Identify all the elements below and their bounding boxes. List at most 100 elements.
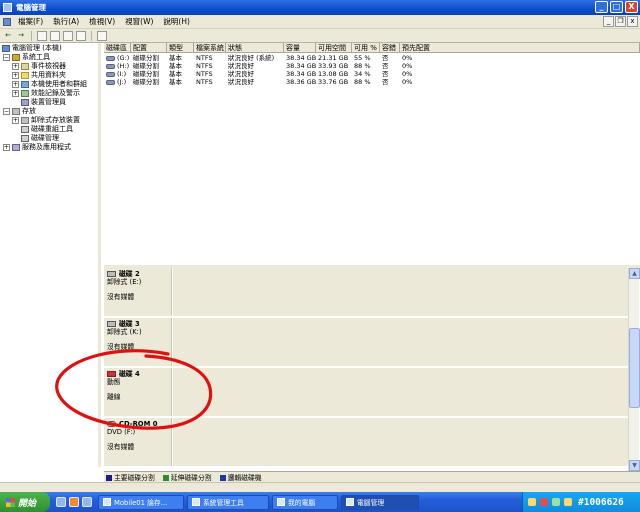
maximize-button[interactable]: □ — [610, 1, 623, 13]
volume-cell[interactable]: 基本 — [169, 62, 182, 70]
volume-cell[interactable]: 狀況良好 — [228, 78, 254, 86]
disk-space-area[interactable] — [173, 268, 630, 316]
forward-button[interactable]: → — [16, 31, 26, 41]
tray-icon[interactable] — [564, 498, 572, 506]
tree-item-perf-logs[interactable]: + 效能記錄及警示 — [0, 89, 98, 98]
volume-cell[interactable]: 38.34 GB — [286, 54, 316, 62]
volume-cell[interactable]: 38.36 GB — [286, 78, 316, 86]
expand-icon[interactable]: + — [12, 63, 19, 70]
volume-cell[interactable]: 0% — [402, 78, 412, 86]
expand-icon[interactable]: + — [12, 117, 19, 124]
volume-cell-name[interactable]: (H:) — [106, 62, 129, 70]
volume-cell[interactable]: 基本 — [169, 54, 182, 62]
up-folder-icon[interactable] — [37, 30, 47, 41]
volume-cell[interactable]: NTFS — [196, 78, 213, 86]
volume-cell[interactable]: 55 % — [354, 54, 371, 62]
tree-item-services[interactable]: + 服務及應用程式 — [0, 143, 98, 152]
volume-cell[interactable]: 狀況良好 — [228, 62, 254, 70]
volume-cell[interactable]: 否 — [382, 70, 389, 78]
tray-icon[interactable] — [540, 498, 548, 506]
volume-cell[interactable]: NTFS — [196, 70, 213, 78]
volume-cell[interactable]: 磁碟分割 — [133, 54, 159, 62]
scroll-up-icon[interactable]: ▲ — [629, 268, 640, 279]
media-icon[interactable] — [82, 497, 92, 507]
doc-restore-button[interactable]: ❐ — [615, 16, 626, 27]
expand-icon[interactable]: + — [3, 144, 10, 151]
volume-cell-name[interactable]: (I:) — [106, 70, 126, 78]
column-header-filesystem[interactable]: 檔案系統 — [194, 43, 226, 53]
volume-cell-name[interactable]: (G:) — [106, 54, 129, 62]
column-header-fault-tolerance[interactable]: 容錯 — [380, 43, 400, 53]
volume-cell[interactable]: 狀況良好 — [228, 70, 254, 78]
doc-minimize-button[interactable]: _ — [603, 16, 614, 27]
volume-cell[interactable]: 38.34 GB — [286, 62, 316, 70]
volume-cell[interactable]: 基本 — [169, 70, 182, 78]
properties-icon[interactable] — [63, 30, 73, 41]
volume-cell[interactable]: 21.31 GB — [318, 54, 348, 62]
volume-cell[interactable]: 38.34 GB — [286, 70, 316, 78]
volume-cell[interactable]: 磁碟分割 — [133, 78, 159, 86]
collapse-icon[interactable]: − — [3, 54, 10, 61]
disk-info[interactable]: 磁碟 4 動態 離線 — [104, 368, 172, 416]
tray-icon[interactable] — [552, 498, 560, 506]
tree-item-local-users[interactable]: + 本機使用者和群組 — [0, 80, 98, 89]
volume-cell[interactable]: 磁碟分割 — [133, 62, 159, 70]
volume-cell[interactable]: 否 — [382, 62, 389, 70]
browser-icon[interactable] — [56, 497, 66, 507]
volume-cell-name[interactable]: (J:) — [106, 78, 126, 86]
taskbar-item-my-computer[interactable]: 我的電腦 — [272, 494, 338, 510]
expand-icon[interactable]: + — [12, 90, 19, 97]
disk-space-area[interactable] — [173, 368, 630, 416]
menu-file[interactable]: 檔案(F) — [13, 16, 48, 27]
tree-item-system-tools[interactable]: − 系統工具 — [0, 53, 98, 62]
back-button[interactable]: ← — [3, 31, 13, 41]
scroll-down-icon[interactable]: ▼ — [629, 460, 640, 471]
firefox-icon[interactable] — [69, 497, 79, 507]
volume-cell[interactable]: 基本 — [169, 78, 182, 86]
column-header-status[interactable]: 狀態 — [226, 43, 284, 53]
column-header-type[interactable]: 類型 — [167, 43, 194, 53]
taskbar-item-admin-tools[interactable]: 系統管理工具 — [187, 494, 269, 510]
volume-cell[interactable]: 否 — [382, 78, 389, 86]
volume-cell[interactable]: 磁碟分割 — [133, 70, 159, 78]
minimize-button[interactable]: _ — [595, 1, 608, 13]
tree-item-defrag[interactable]: 磁碟重組工具 — [0, 125, 98, 134]
column-header-volume[interactable]: 磁碟區 — [104, 43, 131, 53]
volume-cell[interactable]: 0% — [402, 62, 412, 70]
volume-cell[interactable]: NTFS — [196, 62, 213, 70]
volume-cell[interactable]: NTFS — [196, 54, 213, 62]
volume-cell[interactable]: 33.76 GB — [318, 78, 348, 86]
disk-info[interactable]: 磁碟 3 卸除式 (K:) 沒有媒體 — [104, 318, 172, 366]
disk-space-area[interactable] — [173, 418, 630, 466]
volume-cell[interactable]: 否 — [382, 54, 389, 62]
export-list-icon[interactable] — [97, 30, 107, 41]
tree-item-device-manager[interactable]: 裝置管理員 — [0, 98, 98, 107]
tree-item-root[interactable]: 電腦管理 (本機) — [0, 44, 98, 53]
column-header-free-percent[interactable]: 可用 % — [352, 43, 380, 53]
vertical-scrollbar[interactable]: ▲ ▼ — [628, 268, 640, 471]
column-header-layout[interactable]: 配置 — [131, 43, 167, 53]
volume-cell[interactable]: 88 % — [354, 62, 371, 70]
disk-info[interactable]: CD-ROM 0 DVD (F:) 沒有媒體 — [104, 418, 172, 466]
menu-action[interactable]: 執行(A) — [48, 16, 84, 27]
taskbar-item-mobile01[interactable]: Mobile01 論存... — [98, 494, 184, 510]
volume-cell[interactable]: 34 % — [354, 70, 371, 78]
disk-row[interactable]: 磁碟 3 卸除式 (K:) 沒有媒體 — [104, 318, 630, 366]
expand-icon[interactable]: + — [12, 72, 19, 79]
disk-space-area[interactable] — [173, 318, 630, 366]
tree-item-storage[interactable]: − 存放 — [0, 107, 98, 116]
scroll-thumb[interactable] — [629, 328, 640, 408]
disk-row[interactable]: 磁碟 4 動態 離線 — [104, 368, 630, 416]
menu-window[interactable]: 視窗(W) — [120, 16, 158, 27]
show-tree-icon[interactable] — [50, 30, 60, 41]
menu-help[interactable]: 說明(H) — [158, 16, 195, 27]
start-button[interactable]: 開始 — [0, 492, 50, 512]
collapse-icon[interactable]: − — [3, 108, 10, 115]
document-icon[interactable] — [3, 17, 11, 26]
close-button[interactable]: X — [625, 1, 638, 13]
volume-cell[interactable]: 狀況良好 (系統) — [228, 54, 274, 62]
help-icon[interactable] — [76, 30, 86, 41]
tree-item-shared-folders[interactable]: + 共用資料夾 — [0, 71, 98, 80]
doc-close-button[interactable]: x — [627, 16, 638, 27]
volume-cell[interactable]: 13.08 GB — [318, 70, 348, 78]
